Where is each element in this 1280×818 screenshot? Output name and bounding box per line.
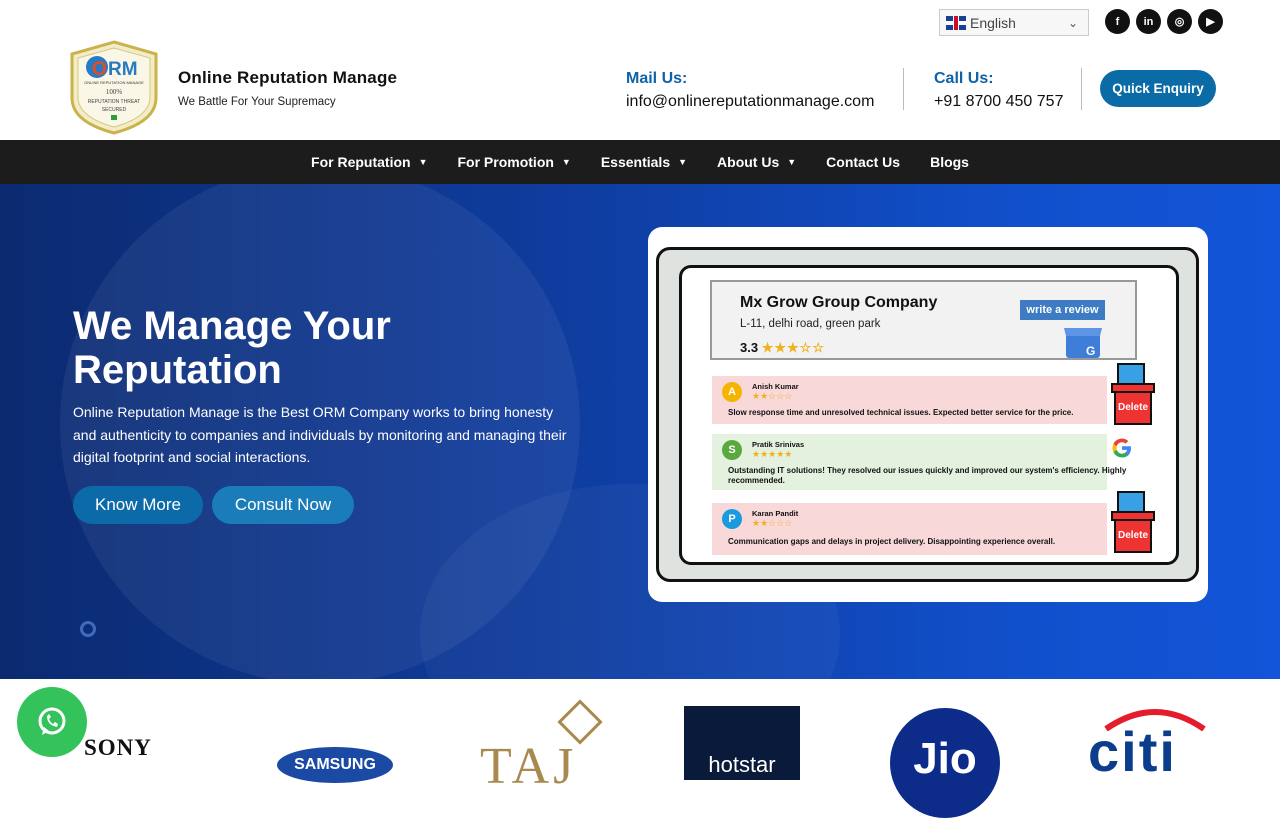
know-more-button[interactable]: Know More [73, 486, 203, 524]
svg-text:O: O [92, 59, 107, 80]
review-screen: Mx Grow Group Company L-11, delhi road, … [679, 265, 1179, 565]
chevron-down-icon: ⌄ [1067, 16, 1078, 30]
nav-label: Essentials [600, 154, 671, 170]
delete-bin-icon: Delete [1111, 363, 1155, 425]
quick-enquiry-button[interactable]: Quick Enquiry [1100, 70, 1216, 107]
google-icon [1112, 438, 1131, 458]
citi-arc-icon [1104, 709, 1206, 731]
svg-text:ONLINE REPUTATION MANAGE: ONLINE REPUTATION MANAGE [84, 80, 144, 85]
nav-label: About Us [717, 154, 780, 170]
brand-name[interactable]: Online Reputation Manage [178, 68, 397, 88]
star-rating-icon: ★★★☆☆ [761, 340, 825, 355]
call-value[interactable]: +91 8700 450 757 [934, 93, 1063, 111]
language-selected: English [970, 14, 1016, 31]
avatar: P [722, 509, 742, 529]
star-rating-icon: ★★☆☆☆ [752, 518, 793, 528]
write-review-button: write a review [1020, 300, 1105, 320]
client-logos: SONY SAMSUNG TAJ hotstar Jio citi [0, 679, 1280, 818]
nav-label: Blogs [930, 154, 969, 170]
business-name: Mx Grow Group Company [740, 294, 938, 311]
review-text: Slow response time and unresolved techni… [728, 408, 1074, 417]
svg-text:G: G [1086, 344, 1095, 358]
divider [903, 68, 904, 110]
google-business-icon: G [1064, 328, 1102, 358]
nav-label: For Promotion [457, 154, 554, 170]
avatar: A [722, 382, 742, 402]
taj-logo: TAJ [480, 738, 578, 795]
hero-section: We Manage Your Reputation Online Reputat… [0, 184, 1280, 679]
nav-essentials[interactable]: Essentials ▼ [601, 154, 687, 170]
hero-title: We Manage Your Reputation [73, 304, 391, 392]
nav-label: For Reputation [311, 154, 411, 170]
star-rating-icon: ★★★★★ [752, 449, 793, 459]
header: English ⌄ f in ◎ ▶ O RM ONLINE REPUTATIO… [0, 0, 1280, 140]
chevron-down-icon: ▼ [678, 157, 688, 167]
main-nav: For Reputation ▼ For Promotion ▼ Essential… [0, 140, 1280, 184]
reviewer-name: Pratik Srinivas [752, 440, 805, 449]
svg-text:Delete: Delete [1118, 530, 1148, 541]
instagram-icon[interactable]: ◎ [1167, 9, 1192, 34]
review-text: Outstanding IT solutions! They resolved … [728, 466, 1127, 485]
hotstar-logo: hotstar [684, 706, 800, 780]
chevron-down-icon: ▼ [561, 157, 571, 167]
rating-value: 3.3 [740, 340, 759, 355]
youtube-icon[interactable]: ▶ [1198, 9, 1223, 34]
svg-text:100%: 100% [106, 88, 123, 96]
divider [1081, 68, 1082, 110]
mail-value[interactable]: info@onlinereputationmanage.com [626, 93, 874, 111]
nav-contact-us[interactable]: Contact Us [826, 154, 900, 170]
nav-about-us[interactable]: About Us ▼ [717, 154, 796, 170]
brand-tagline: We Battle For Your Supremacy [178, 96, 336, 108]
dot-icon [80, 621, 96, 637]
sony-logo: SONY [84, 735, 152, 760]
review-item: P Karan Pandit ★★☆☆☆ Communication gaps … [712, 503, 1107, 555]
social-links: f in ◎ ▶ [1105, 9, 1223, 34]
whatsapp-icon [38, 707, 66, 735]
avatar: S [722, 440, 742, 460]
nav-blogs[interactable]: Blogs [930, 154, 969, 170]
business-address: L-11, delhi road, green park [740, 318, 881, 330]
language-select[interactable]: English ⌄ [939, 9, 1089, 36]
review-text: Communication gaps and delays in project… [728, 537, 1056, 546]
review-item: S Pratik Srinivas ★★★★★ Outstanding IT s… [712, 434, 1126, 490]
business-rating: 3.3 ★★★☆☆ [740, 340, 825, 356]
linkedin-icon[interactable]: in [1136, 9, 1161, 34]
chevron-down-icon: ▼ [418, 157, 428, 167]
nav-for-reputation[interactable]: For Reputation ▼ [311, 154, 427, 170]
jio-logo: Jio [890, 708, 1000, 818]
delete-bin-icon: Delete [1111, 491, 1155, 553]
review-item: A Anish Kumar ★★☆☆☆ Slow response time a… [712, 376, 1107, 424]
orm-logo[interactable]: O RM ONLINE REPUTATION MANAGE 100% REPUT… [70, 40, 158, 135]
svg-text:Delete: Delete [1118, 402, 1148, 413]
call-label: Call Us: [934, 70, 994, 87]
uk-flag-icon [946, 15, 966, 30]
nav-for-promotion[interactable]: For Promotion ▼ [457, 154, 570, 170]
consult-now-button[interactable]: Consult Now [212, 486, 354, 524]
samsung-logo: SAMSUNG [277, 747, 393, 783]
mail-label: Mail Us: [626, 70, 688, 87]
whatsapp-button[interactable] [17, 687, 87, 757]
review-card-image: Mx Grow Group Company L-11, delhi road, … [648, 227, 1208, 602]
nav-label: Contact Us [826, 154, 901, 170]
svg-text:RM: RM [108, 59, 138, 80]
svg-text:SECURED: SECURED [102, 107, 127, 113]
reviewer-name: Karan Pandit [752, 509, 799, 518]
facebook-icon[interactable]: f [1105, 9, 1130, 34]
star-rating-icon: ★★☆☆☆ [752, 391, 793, 401]
reviewer-name: Anish Kumar [752, 382, 799, 391]
business-panel: Mx Grow Group Company L-11, delhi road, … [710, 280, 1137, 360]
chevron-down-icon: ▼ [787, 157, 797, 167]
svg-text:REPUTATION THREAT: REPUTATION THREAT [88, 99, 140, 105]
hero-description: Online Reputation Manage is the Best ORM… [73, 404, 567, 466]
